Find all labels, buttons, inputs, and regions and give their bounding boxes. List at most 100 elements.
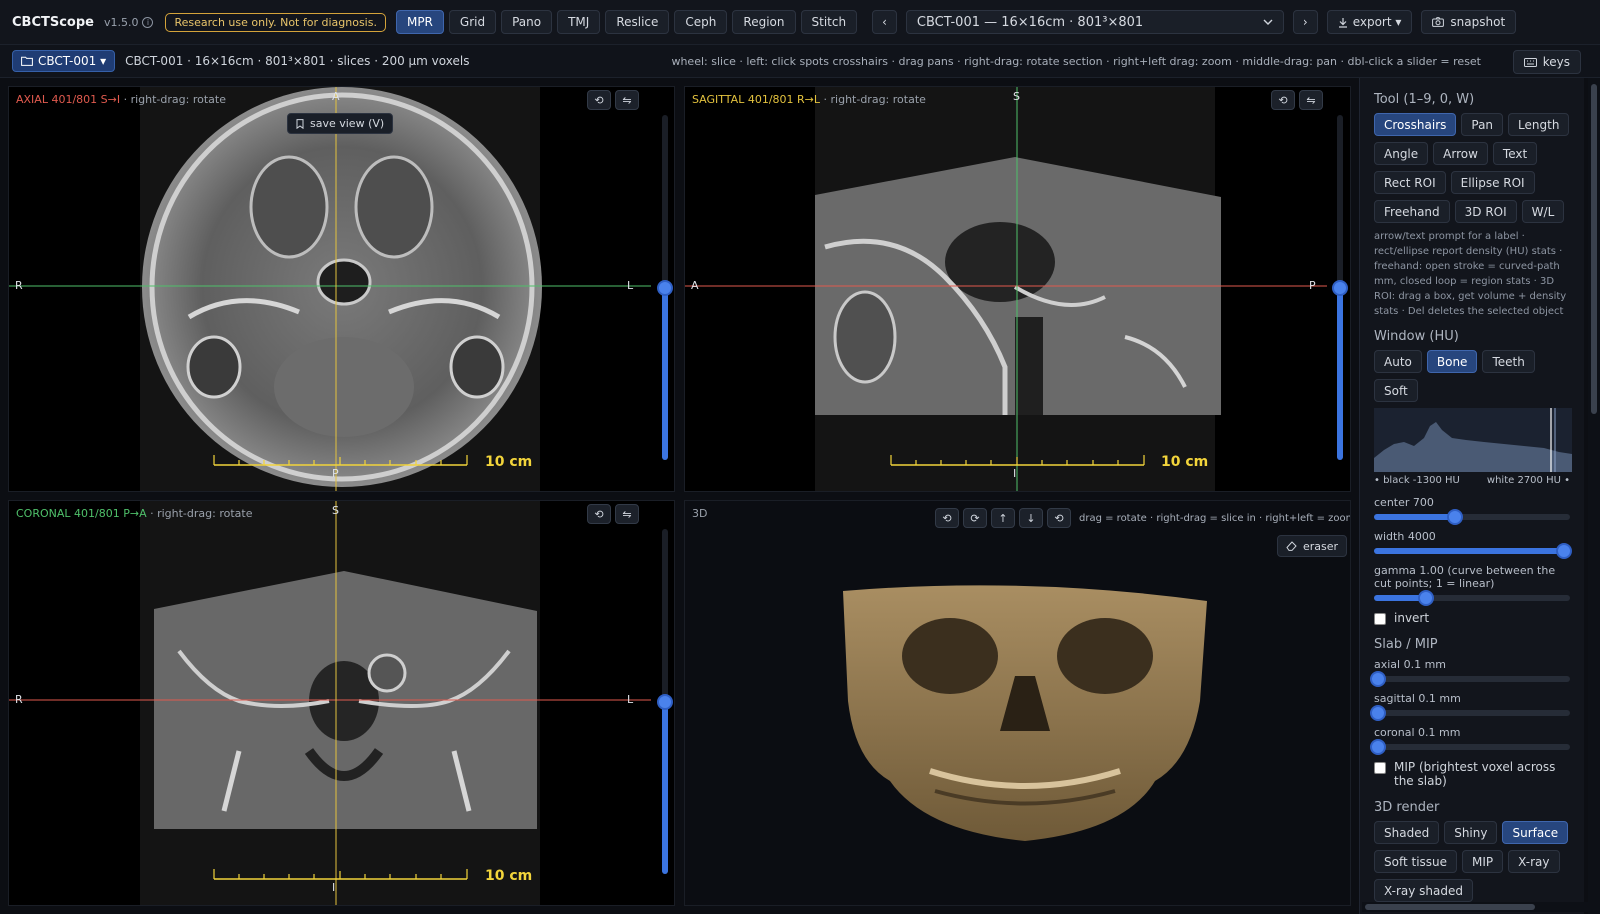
axial-slice-slider[interactable] [657,115,673,460]
slab-slider-1[interactable] [1369,705,1570,721]
window-section-title: Window (HU) [1374,329,1459,344]
mip-checkbox[interactable]: MIP (brightest voxel across the slab) [1374,760,1570,788]
tool-ellipse-roi[interactable]: Ellipse ROI [1450,171,1535,194]
render-mode-x-ray[interactable]: X-ray [1508,850,1560,873]
tool-freehand[interactable]: Freehand [1374,200,1450,223]
coronal-hint: · right-drag: rotate [150,507,253,520]
prev-dataset-button[interactable]: ‹ [872,10,897,34]
mode-tab-stitch[interactable]: Stitch [800,10,858,34]
dataset-select[interactable]: CBCT-001 — 16×16cm · 801³×801 [905,10,1284,34]
tool-crosshairs[interactable]: Crosshairs [1374,113,1457,136]
mode-tab-pano[interactable]: Pano [501,10,553,34]
render-section-title: 3D render [1374,800,1440,815]
mode-tab-grid[interactable]: Grid [448,10,497,34]
slider-handle[interactable] [1556,543,1573,559]
tool-length[interactable]: Length [1508,113,1570,136]
3d-label: 3D [692,507,708,520]
sagittal-crosshairs[interactable] [685,87,1351,492]
export-button[interactable]: export ▾ [1326,10,1413,34]
mode-tab-mpr[interactable]: MPR [395,10,444,34]
slider-handle[interactable] [1418,590,1435,606]
slab-sliders: axial 0.1 mm sagittal 0.1 mm coronal 0.1 m… [1369,658,1570,755]
slider-handle[interactable] [1369,705,1386,721]
checkbox-box[interactable] [1374,762,1386,774]
info-icon[interactable]: i [142,16,154,28]
mode-tab-reslice[interactable]: Reslice [605,10,670,34]
tool-text[interactable]: Text [1492,142,1538,165]
case-bar: CBCT-001 ▾ CBCT-001 · 16×16cm · 801³×801… [0,44,1600,78]
flip-icon[interactable]: ⇋ [615,504,639,524]
window-preset-bone[interactable]: Bone [1426,350,1478,373]
gamma-slider[interactable] [1374,590,1570,606]
slider-handle[interactable] [657,279,673,296]
rotate-cw-icon[interactable]: ⟳ [963,508,987,528]
slider-handle[interactable] [657,693,673,710]
arrow-down-icon[interactable]: ↓ [1019,508,1043,528]
3d-viewport[interactable]: 3D ⟲ ⟳ ↑ ↓ ⟲ drag = rotate · right-drag … [684,500,1351,906]
reset-rotation-icon[interactable]: ⟲ [587,504,611,524]
case-info: CBCT-001 · 16×16cm · 801³×801 · slices ·… [125,54,470,68]
invert-checkbox[interactable]: invert [1374,611,1570,625]
render-mode-soft-tissue[interactable]: Soft tissue [1374,850,1458,873]
coronal-viewport[interactable]: CORONAL 401/801 P→A · right-drag: rotate… [8,500,675,906]
dataset-select-value: CBCT-001 — 16×16cm · 801³×801 [916,14,1144,30]
slider-handle[interactable] [1369,739,1386,755]
slider-handle[interactable] [1332,279,1348,296]
keys-button[interactable]: keys [1512,50,1581,74]
mode-tab-tmj[interactable]: TMJ [557,10,601,34]
tool-3d-roi[interactable]: 3D ROI [1454,200,1517,223]
window-preset-soft[interactable]: Soft [1374,379,1418,402]
render-mode-surface[interactable]: Surface [1502,821,1569,844]
flip-icon[interactable]: ⇋ [1299,90,1323,110]
save-view-button[interactable]: save view (V) [287,113,394,134]
flip-icon[interactable]: ⇋ [615,90,639,110]
panel-scrollbar[interactable] [1588,78,1600,914]
reset-rotation-icon[interactable]: ⟲ [587,90,611,110]
width-slider[interactable] [1374,543,1573,559]
mode-tab-ceph[interactable]: Ceph [674,10,728,34]
center-slider[interactable] [1374,509,1570,525]
next-dataset-button[interactable]: › [1292,10,1318,34]
render-mode-shaded[interactable]: Shaded [1374,821,1440,844]
tool-angle[interactable]: Angle [1374,142,1429,165]
axial-crosshairs[interactable] [9,87,675,492]
reset-view-icon[interactable]: ⟲ [1047,508,1071,528]
slab-slider-2[interactable] [1369,739,1570,755]
tool-pan[interactable]: Pan [1461,113,1504,136]
case-button[interactable]: CBCT-001 ▾ [12,50,116,72]
eraser-label: eraser [1303,539,1339,553]
window-preset-auto[interactable]: Auto [1374,350,1422,373]
snapshot-button[interactable]: snapshot [1421,10,1517,34]
arrow-up-icon[interactable]: ↑ [991,508,1015,528]
bookmark-icon [296,118,304,129]
case-button-label: CBCT-001 [38,54,97,68]
orient-top: S [332,504,339,517]
scroll-thumb[interactable] [1591,84,1597,414]
coronal-slice-slider[interactable] [657,529,673,874]
eraser-button[interactable]: eraser [1277,535,1348,557]
slab-slider-0[interactable] [1369,671,1570,687]
render-mode-mip[interactable]: MIP [1462,850,1504,873]
sagittal-slice-slider[interactable] [1332,115,1348,460]
axial-scale-label: 10 cm [485,454,533,470]
tool-arrow[interactable]: Arrow [1433,142,1488,165]
window-preset-teeth[interactable]: Teeth [1482,350,1535,373]
save-view-label: save view (V) [310,117,385,130]
mode-tab-region[interactable]: Region [732,10,796,34]
sagittal-viewport[interactable]: SAGITTAL 401/801 R→L · right-drag: rotat… [684,86,1351,492]
reset-rotation-icon[interactable]: ⟲ [1271,90,1295,110]
render-mode-buttons: Shaded Shiny Surface Soft tissue MIP X-ray X-r… [1374,821,1570,902]
rotate-ccw-icon[interactable]: ⟲ [935,508,959,528]
orient-bottom: I [1013,467,1017,480]
checkbox-box[interactable] [1374,613,1386,625]
slider-handle[interactable] [1447,509,1464,525]
tool-w-l[interactable]: W/L [1521,200,1565,223]
scroll-thumb[interactable] [1365,904,1535,910]
coronal-crosshairs[interactable] [9,501,675,906]
tool-rect-roi[interactable]: Rect ROI [1374,171,1446,194]
render-mode-shiny[interactable]: Shiny [1444,821,1498,844]
panel-h-scrollbar[interactable] [1362,902,1588,912]
slider-handle[interactable] [1369,671,1386,687]
render-mode-x-ray-shaded[interactable]: X-ray shaded [1374,879,1473,902]
axial-viewport[interactable]: AXIAL 401/801 S→I · right-drag: rotate s… [8,86,675,492]
